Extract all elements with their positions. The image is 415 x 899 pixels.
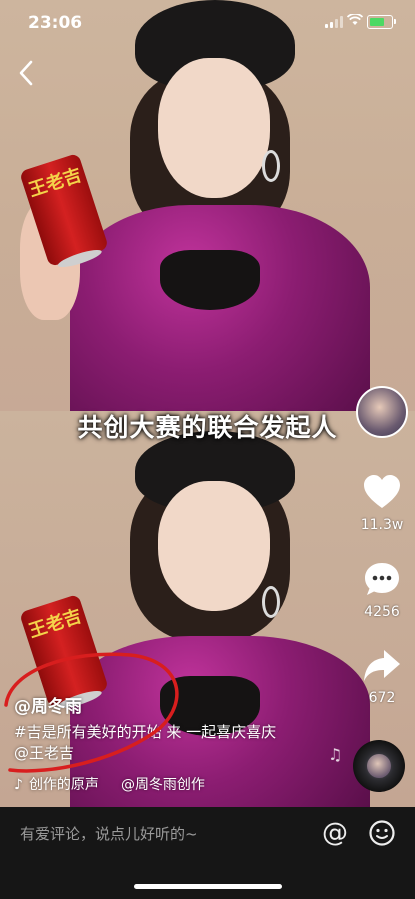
home-indicator[interactable]	[134, 884, 282, 889]
comment-input[interactable]: 有爱评论，说点儿好听的~	[20, 823, 198, 844]
music-title: 创作的原声	[28, 777, 99, 793]
comment-button[interactable]: 4256	[356, 560, 408, 620]
comment-count: 4256	[364, 604, 400, 620]
share-icon	[364, 650, 400, 681]
status-time: 23:06	[28, 13, 83, 33]
signal-icon	[325, 16, 343, 28]
at-icon[interactable]: @	[322, 819, 348, 847]
emoji-icon[interactable]	[368, 819, 396, 847]
drink-can: 王老吉	[19, 593, 109, 712]
can-label: 王老吉	[26, 605, 85, 643]
heart-icon	[364, 475, 400, 508]
post-mention[interactable]: @王老吉	[14, 744, 74, 762]
can-label: 王老吉	[26, 164, 85, 202]
share-count: 672	[368, 690, 396, 706]
like-button[interactable]: 11.3w	[356, 473, 408, 533]
share-button[interactable]: 672	[356, 646, 408, 706]
wifi-icon	[346, 13, 364, 30]
post-description: #吉是所有美好的开始 来 一起喜庆喜庆 @王老吉	[14, 722, 334, 764]
post-hashtag-text[interactable]: #吉是所有美好的开始 来 一起喜庆喜庆	[14, 723, 276, 741]
battery-icon	[367, 15, 396, 29]
back-button[interactable]	[18, 60, 40, 90]
video-frame-top: 王老吉	[0, 0, 415, 411]
status-bar: 23:06	[0, 0, 415, 44]
music-author: @周冬雨创作	[120, 777, 205, 793]
music-disc-icon[interactable]	[353, 740, 405, 792]
comment-icon	[365, 563, 399, 595]
earring	[262, 586, 280, 618]
face	[158, 58, 270, 198]
music-info[interactable]: ♪ 创作的原声 @周冬雨创作	[14, 774, 205, 794]
face	[158, 481, 270, 611]
earring	[262, 150, 280, 182]
bow	[160, 250, 260, 310]
back-icon	[19, 60, 33, 86]
like-count: 11.3w	[360, 517, 404, 533]
author-avatar[interactable]	[356, 386, 408, 438]
post-author[interactable]: @周冬雨	[14, 692, 82, 717]
video-subtitle: 共创大赛的联合发起人	[77, 413, 338, 442]
tiktok-note-icon: ♪	[14, 777, 23, 793]
video-player[interactable]: 王老吉 王老吉	[0, 0, 415, 807]
